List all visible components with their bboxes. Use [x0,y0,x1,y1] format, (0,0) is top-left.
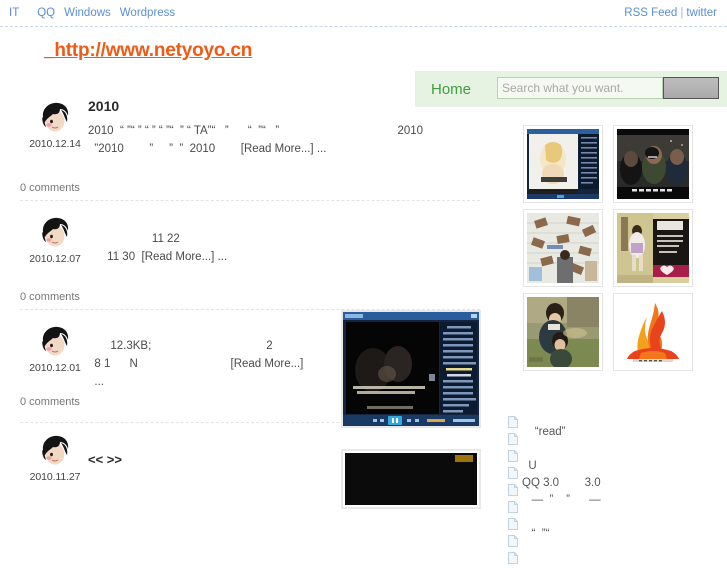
comments-count[interactable]: 0 comments [20,291,500,303]
list-item[interactable]: — ” ” — [508,491,727,530]
document-icon [508,511,518,547]
list-item[interactable] [508,508,727,547]
topnav-windows[interactable]: Windows [64,7,111,19]
link-separator: | [680,7,684,19]
avatar [37,324,73,360]
list-item[interactable] [508,389,727,428]
read-more-link[interactable]: [Read More...] [142,251,215,263]
search-input[interactable] [497,77,663,99]
read-more-link[interactable]: [Read More...] [241,143,314,155]
thumb-movie-scene-night[interactable] [613,125,693,203]
site-header: _http://www.netyoyo.cn Home [0,27,727,107]
post-excerpt-line-3: ... [88,375,104,388]
thumb-flame-logo[interactable] [613,293,693,371]
document-icon [508,460,518,496]
list-item-label[interactable]: — ” ” — [522,494,601,506]
document-icon [508,409,518,445]
thumb-vintage-children[interactable] [523,293,603,371]
twitter-link[interactable]: twitter [686,7,717,19]
post-meta: 2010.12.01 [20,324,90,374]
rss-feed-link[interactable]: RSS Feed [624,7,677,19]
list-item-label[interactable]: QQ 3.0 3.0 [522,477,601,489]
topnav-wordpress[interactable]: Wordpress [120,7,175,19]
post-item: 2010.11.27 << >> [0,423,500,509]
post-excerpt-trailing: ... [214,250,228,263]
post-list: 2010.12.14 2010 2010 “ ”“ ” “ ” “ ”“ ” “… [0,90,500,509]
list-item[interactable]: QQ 3.0 3.0 [508,474,727,513]
top-right-links: RSS Feed | twitter [624,7,717,19]
post-body: 2010 2010 “ ”“ ” “ ” “ ”“ ” “ TA”“ ” “ ”… [88,90,500,159]
post-excerpt-trailing: ... [313,143,327,156]
post-title[interactable]: 2010 [88,98,492,114]
top-navigation: IT QQ Windows Wordpress [9,7,193,19]
read-more-link[interactable]: [Read More...] [231,358,304,370]
post-meta: 2010.12.14 [20,100,90,150]
site-title[interactable]: _http://www.netyoyo.cn [44,40,252,62]
thumb-media-player-woman[interactable] [523,125,603,203]
post-excerpt-line-2: 11 30 [88,250,142,263]
list-item[interactable] [508,406,727,445]
avatar [37,100,73,136]
post-title-link[interactable]: << >> [88,452,122,467]
search-form [497,77,719,99]
document-icon [508,392,518,428]
post-item: 2010.12.14 2010 2010 “ ”“ ” “ ” “ ”“ ” “… [0,90,500,200]
thumb-girl-poster[interactable] [613,209,693,287]
post-thumbnail-dark-video[interactable] [341,449,481,509]
search-submit-button[interactable] [663,77,719,99]
post-excerpt-line-1: 12.3KB; 2 [88,340,273,352]
post-excerpt-line-1: 11 22 [88,233,180,245]
post-meta: 2010.12.07 [20,215,90,265]
list-item[interactable] [508,440,727,479]
document-icon [508,443,518,479]
post-item: 2010.12.01 12.3KB; 2 8 1 N [Read More...… [0,310,500,428]
document-icon [508,426,518,462]
top-bar: IT QQ Windows Wordpress RSS Feed | twitter [0,0,727,27]
list-item[interactable]: U [508,457,727,496]
comments-count[interactable]: 0 comments [20,182,500,194]
post-date: 2010.11.27 [29,471,81,483]
post-date: 2010.12.01 [29,362,81,374]
post-title-link[interactable]: 2010 [88,98,119,114]
post-date: 2010.12.07 [29,253,81,265]
comments-link[interactable]: 0 comments [20,396,80,408]
comments-link[interactable]: 0 comments [20,291,80,303]
list-item-label[interactable] [522,392,528,404]
post-body: 11 22 11 30 [Read More...] ... [88,201,500,267]
avatar [37,433,73,469]
post-excerpt: 11 22 11 30 [Read More...] ... [88,231,492,267]
recent-posts-list: “read” U QQ 3.0 3.0 — ” ” — “ ”“ [500,389,727,564]
avatar [37,215,73,251]
sidebar-thumbnail-grid [500,125,727,371]
document-icon [508,494,518,530]
post-excerpt-line-1: 2010 “ ”“ ” “ ” “ ”“ ” “ TA”“ ” “ ”“ ” 2… [88,125,424,138]
thumb-flying-books[interactable] [523,209,603,287]
topnav-qq[interactable]: QQ [37,7,55,19]
post-thumbnail-media-player[interactable] [341,310,481,428]
topnav-it[interactable]: IT [9,7,19,19]
post-excerpt-line-2: ”2010 ” ” ” 2010 [88,143,241,156]
list-item[interactable]: “ ”“ [508,525,727,564]
list-item[interactable]: “read” [508,423,727,462]
post-excerpt-line-2: 8 1 N [88,357,231,370]
document-icon [508,477,518,513]
comments-link[interactable]: 0 comments [20,182,80,194]
sidebar: “read” U QQ 3.0 3.0 — ” ” — “ ”“ [500,125,727,564]
post-item: 2010.12.07 11 22 11 30 [Read More...] ..… [0,201,500,309]
post-meta: 2010.11.27 [20,433,90,483]
post-date: 2010.12.14 [29,138,81,150]
post-excerpt: 2010 “ ”“ ” “ ” “ ”“ ” “ TA”“ ” “ ”“ ” 2… [88,123,492,159]
document-icon [508,528,518,564]
